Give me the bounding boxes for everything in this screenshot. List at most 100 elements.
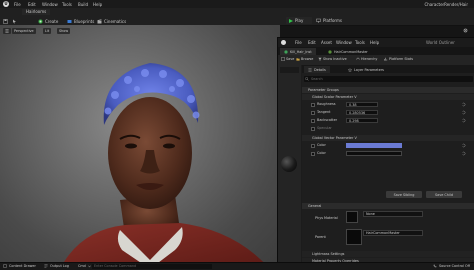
section-parameter-groups[interactable]: Parameter Groups xyxy=(302,87,474,93)
save-label: Save xyxy=(286,57,295,61)
param-backscatter-row: Backscatter 0.298 xyxy=(302,117,474,124)
param-label: Color xyxy=(317,143,326,147)
play-label: Play xyxy=(295,18,304,23)
settings-button[interactable] xyxy=(463,18,468,37)
mw-menu-asset[interactable]: Asset xyxy=(321,40,332,45)
param-label: Roughness xyxy=(317,102,336,106)
override-checkbox[interactable] xyxy=(311,102,315,107)
console-input[interactable]: Enter Console Command xyxy=(92,263,212,269)
save-sibling-button[interactable]: Save Sibling xyxy=(386,191,422,198)
mw-menu-help[interactable]: Help xyxy=(370,40,379,45)
section-label: Global Scalar Parameter V xyxy=(312,95,357,99)
mw-show-inactive-button[interactable]: Show Inactive xyxy=(318,57,347,61)
browse-label: Browse xyxy=(301,57,314,61)
section-general[interactable]: General xyxy=(302,203,474,209)
output-log-button[interactable]: Output Log xyxy=(44,264,69,268)
material-preview-panel[interactable] xyxy=(278,65,301,270)
show-inactive-label: Show Inactive xyxy=(323,57,347,61)
source-control-button[interactable]: Source Control Off xyxy=(433,264,470,268)
phys-material-label: Phys Material xyxy=(315,216,338,220)
override-checkbox[interactable] xyxy=(311,126,315,131)
create-button[interactable]: Create xyxy=(38,18,58,24)
mw-platform-stats-button[interactable]: Platform Stats xyxy=(384,57,413,61)
blueprints-button[interactable]: Blueprints xyxy=(67,18,94,24)
unreal-logo-icon[interactable]: U xyxy=(3,1,9,7)
show-button[interactable]: Show xyxy=(57,28,71,34)
save-child-button[interactable]: Save Child xyxy=(426,191,462,198)
mw-menu-file[interactable]: File xyxy=(295,40,302,45)
mw-browse-button[interactable]: Browse xyxy=(296,57,313,61)
param-value-input[interactable]: 0.38 xyxy=(346,102,378,107)
param-specular-row: Specular xyxy=(302,125,474,132)
section-global-vector[interactable]: Global Vector Parameter V xyxy=(302,135,474,141)
param-value-input[interactable]: 0.280536 xyxy=(346,110,378,115)
tab-details-label: Details xyxy=(314,67,326,72)
preview-toolbar[interactable] xyxy=(280,67,299,73)
color-swatch[interactable] xyxy=(346,143,402,148)
cmd-label: Cmd xyxy=(78,264,86,268)
mw-save-button[interactable]: Save xyxy=(281,57,294,61)
reset-icon[interactable] xyxy=(461,110,466,115)
chevron-down-icon xyxy=(87,264,91,267)
section-label: Lightmass Settings xyxy=(312,252,345,256)
lit-button[interactable]: Lit xyxy=(43,28,52,34)
cinematics-button[interactable]: Cinematics xyxy=(97,18,126,24)
tab-layer-parameters[interactable]: Layer Parameters xyxy=(344,66,388,73)
menu-build[interactable]: Build xyxy=(78,2,88,7)
show-label: Show xyxy=(59,29,69,33)
level-tab[interactable]: Hairlooms xyxy=(22,9,51,15)
world-outliner-tab[interactable]: World Outliner xyxy=(426,40,455,45)
section-global-scalar[interactable]: Global Scalar Parameter V xyxy=(302,94,474,100)
source-control-icon xyxy=(433,264,437,268)
override-checkbox[interactable] xyxy=(311,143,315,148)
menu-file[interactable]: File xyxy=(14,2,21,7)
section-lightmass[interactable]: Lightmass Settings xyxy=(302,251,474,257)
lit-label: Lit xyxy=(45,29,50,33)
reset-icon[interactable] xyxy=(461,143,466,148)
details-search-input[interactable]: Search xyxy=(304,76,473,82)
parent-material-dropdown[interactable]: HairCommonMaster xyxy=(363,230,423,236)
reset-icon[interactable] xyxy=(461,151,466,156)
modes-button[interactable] xyxy=(12,18,17,24)
content-drawer-button[interactable]: Content Drawer xyxy=(3,264,36,268)
color-swatch[interactable] xyxy=(346,151,402,156)
perspective-button[interactable]: Perspective xyxy=(12,28,36,34)
reset-icon[interactable] xyxy=(461,118,466,123)
save-button[interactable] xyxy=(3,18,8,24)
content-drawer-label: Content Drawer xyxy=(9,264,36,268)
menu-tools[interactable]: Tools xyxy=(62,2,72,7)
menu-edit[interactable]: Edit xyxy=(28,2,36,7)
mw-menu-window[interactable]: Window xyxy=(336,40,352,45)
platforms-button[interactable]: Platforms xyxy=(316,18,342,23)
blueprints-label: Blueprints xyxy=(74,18,95,24)
tab-label: Kill_Hair_Inst xyxy=(290,49,312,54)
level-viewport[interactable] xyxy=(0,25,280,269)
param-value-input[interactable]: 0.298 xyxy=(346,118,378,123)
menu-help[interactable]: Help xyxy=(93,2,102,7)
override-checkbox[interactable] xyxy=(311,151,315,156)
mw-menu-tools[interactable]: Tools xyxy=(355,40,365,45)
override-checkbox[interactable] xyxy=(311,110,315,115)
menu-window[interactable]: Window xyxy=(42,2,58,7)
play-icon xyxy=(289,18,293,23)
tab-hair-common-master[interactable]: HairCommonMaster xyxy=(324,48,372,55)
folder-icon xyxy=(296,58,300,61)
tab-details[interactable]: Details xyxy=(304,66,330,73)
mw-hierarchy-button[interactable]: Hierarchy xyxy=(356,57,377,61)
material-editor-menubar: File Edit Asset Window Tools Help World … xyxy=(278,38,474,47)
project-name: CharacterRender/Hair xyxy=(424,1,468,7)
material-instance-editor-window: File Edit Asset Window Tools Help World … xyxy=(277,37,474,270)
reset-icon[interactable] xyxy=(461,102,466,107)
viewport-options-button[interactable] xyxy=(3,28,11,34)
details-tabs: Details Layer Parameters xyxy=(302,65,474,73)
play-button[interactable]: Play xyxy=(286,17,312,24)
phys-material-dropdown[interactable]: None xyxy=(363,211,423,217)
details-panel: Details Layer Parameters Search Paramete… xyxy=(302,65,474,270)
details-icon xyxy=(308,68,312,71)
override-checkbox[interactable] xyxy=(311,118,315,123)
cmd-selector[interactable]: Cmd xyxy=(78,264,91,268)
mw-menu-edit[interactable]: Edit xyxy=(308,40,316,45)
gear-icon xyxy=(463,28,468,33)
main-menubar: U File Edit Window Tools Build Help Char… xyxy=(0,0,474,8)
tab-kill-hair-inst[interactable]: Kill_Hair_Inst xyxy=(280,48,316,55)
